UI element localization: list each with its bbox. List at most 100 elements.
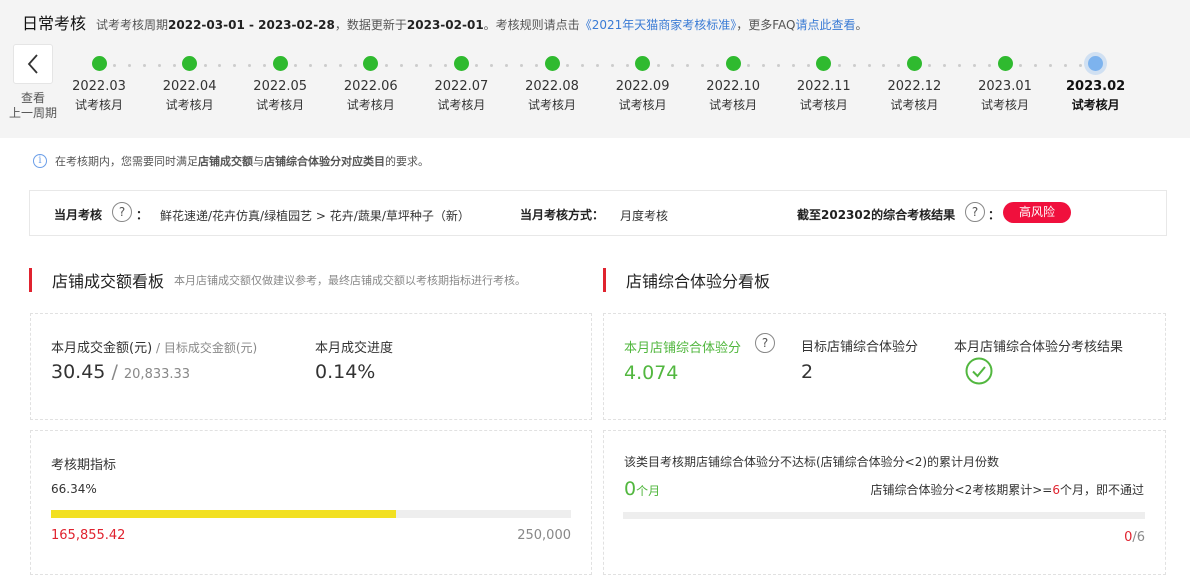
connector-dot: [384, 63, 388, 67]
connector-dot: [309, 63, 313, 67]
monthly-amount: 30.45: [51, 361, 106, 383]
connector-dot: [294, 63, 298, 67]
month-label: 2022.06: [343, 79, 398, 94]
period-target-amount: 250,000: [517, 528, 571, 543]
failed-months-title: 该类目考核期店铺综合体验分不达标(店铺综合体验分<2)的累计月份数: [624, 455, 1000, 469]
section-accent-bar: [29, 268, 32, 292]
month-type-label: 试考核月: [618, 98, 667, 112]
month-label: 2023.02: [1065, 79, 1126, 94]
chevron-left-icon: [27, 54, 38, 74]
experience-score-card: 本月店铺综合体验分 ? 4.074 目标店铺综合体验分 2 本月店铺综合体验分考…: [603, 313, 1166, 420]
header-desc: 试考考核周期2022-03-01 - 2023-02-28，数据更新于2023-…: [96, 18, 868, 32]
score-result-label: 本月店铺综合体验分考核结果: [954, 340, 1124, 355]
connector-dot: [595, 63, 599, 67]
check-circle-icon: [965, 357, 993, 385]
assessment-period: 2022-03-01 - 2023-02-28: [168, 18, 335, 32]
sales-board-subtitle: 本月店铺成交额仅做建议参考，最终店铺成交额以考核期指标进行考核。: [174, 274, 527, 287]
connector-dot: [218, 63, 222, 67]
connector-dot: [580, 63, 584, 67]
connector-dot: [475, 63, 479, 67]
month-label: 2023.01: [978, 79, 1032, 94]
period-progress-fill: [51, 510, 396, 518]
period-target-pct: 66.34%: [51, 482, 97, 496]
period-target-label: 考核期指标: [51, 458, 117, 473]
failed-months-card: 该类目考核期店铺综合体验分不达标(店铺综合体验分<2)的累计月份数 0个月 店铺…: [603, 430, 1166, 575]
prev-cycle-label[interactable]: 查看 上一周期: [4, 91, 62, 121]
month-label: 2022.08: [525, 79, 579, 94]
status-dot: [91, 56, 107, 71]
section-accent-bar: [603, 268, 606, 292]
cycle-header-area: 日常考核 试考考核周期2022-03-01 - 2023-02-28，数据更新于…: [0, 0, 1190, 138]
monthly-score: 4.074: [624, 362, 679, 384]
monthly-amount-label: 本月成交金额(元): [51, 341, 153, 356]
month-type-label: 试考核月: [1071, 98, 1120, 112]
risk-badge: 高风险: [1003, 202, 1071, 223]
month-type-label: 试考核月: [346, 98, 395, 112]
status-dot: [272, 56, 288, 71]
experience-board-header: 店铺综合体验分看板: [603, 268, 770, 292]
failed-months-count: 0: [624, 478, 637, 500]
assessment-summary: 当月考核 ? ： 鲜花速递/花卉仿真/绿植园艺 > 花卉/蔬果/草坪种子（新） …: [29, 190, 1167, 236]
failed-months-bar: [623, 512, 1145, 519]
status-dot: [997, 56, 1013, 71]
monthly-sales-card: 本月成交金额(元) / 目标成交金额(元) 30.45 / 20,833.33 …: [30, 313, 592, 420]
connector-dot: [837, 63, 841, 67]
connector-dot: [747, 63, 751, 67]
result-label: 截至202302的综合考核结果: [797, 208, 956, 222]
colon: ：: [988, 208, 1001, 222]
period-progress-bar: [51, 510, 571, 518]
target-amount-label: / 目标成交金额(元): [152, 341, 258, 355]
month-type-label: 试考核月: [527, 98, 576, 112]
month-type-label: 试考核月: [74, 98, 123, 112]
category-value: 鲜花速递/花卉仿真/绿植园艺 > 花卉/蔬果/草坪种子（新）: [160, 209, 470, 223]
help-icon[interactable]: ?: [755, 333, 775, 353]
month-assessment-label: 当月考核: [54, 208, 103, 222]
month-type-label: 试考核月: [437, 98, 486, 112]
experience-board-title: 店铺综合体验分看板: [626, 272, 771, 291]
status-dot: [363, 56, 379, 71]
info-icon: i: [33, 154, 47, 168]
month-label: 2022.03: [72, 79, 126, 94]
month-type-label: 试考核月: [980, 98, 1029, 112]
connector-dot: [671, 63, 675, 67]
connector-dot: [656, 63, 660, 67]
target-score: 2: [801, 361, 814, 383]
month-label: 2022.10: [706, 79, 761, 94]
failed-months-fraction: 0/6: [1124, 530, 1145, 545]
update-date: 2023-02-01: [406, 18, 484, 32]
month-label: 2022.09: [615, 79, 670, 94]
help-icon[interactable]: ?: [965, 202, 985, 222]
connector-dot: [505, 63, 509, 67]
connector-dot: [127, 63, 131, 67]
connector-dot: [203, 63, 207, 67]
connector-dot: [867, 63, 871, 67]
status-dot: [906, 56, 922, 71]
connector-dot: [323, 63, 327, 67]
status-dot: [182, 56, 198, 71]
faq-link[interactable]: 请点此查看: [795, 18, 855, 32]
period-target-card: 考核期指标 66.34% 165,855.42 250,000: [30, 430, 592, 575]
monthly-score-label: 本月店铺综合体验分: [624, 341, 742, 356]
prev-cycle-button[interactable]: [13, 44, 53, 84]
connector-dot: [958, 63, 962, 67]
fail-rule-text: 店铺综合体验分<2考核期累计>=6个月，即不通过: [870, 483, 1144, 497]
help-icon[interactable]: ?: [112, 202, 132, 222]
month-label: 2022.12: [887, 79, 942, 94]
rule-link[interactable]: 《2021年天猫商家考核标准》: [580, 18, 737, 32]
month-type-label: 试考核月: [799, 98, 848, 112]
timeline-month-2023.02[interactable]: 2023.02 试考核月: [1060, 56, 1132, 113]
connector-dot: [852, 63, 856, 67]
connector-dot: [1033, 63, 1037, 67]
connector-dot: [566, 63, 569, 67]
month-label: 2022.04: [162, 79, 217, 94]
month-label: 2022.05: [253, 79, 308, 94]
period-current-amount: 165,855.42: [51, 528, 126, 543]
method-value: 月度考核: [620, 209, 669, 223]
month-type-label: 试考核月: [709, 98, 758, 112]
month-label: 2022.07: [434, 79, 489, 94]
connector-dot: [414, 63, 418, 67]
target-amount: 20,833.33: [123, 367, 191, 382]
connector-dot: [233, 63, 237, 67]
month-type-label: 试考核月: [890, 98, 939, 112]
connector-dot: [399, 63, 403, 67]
